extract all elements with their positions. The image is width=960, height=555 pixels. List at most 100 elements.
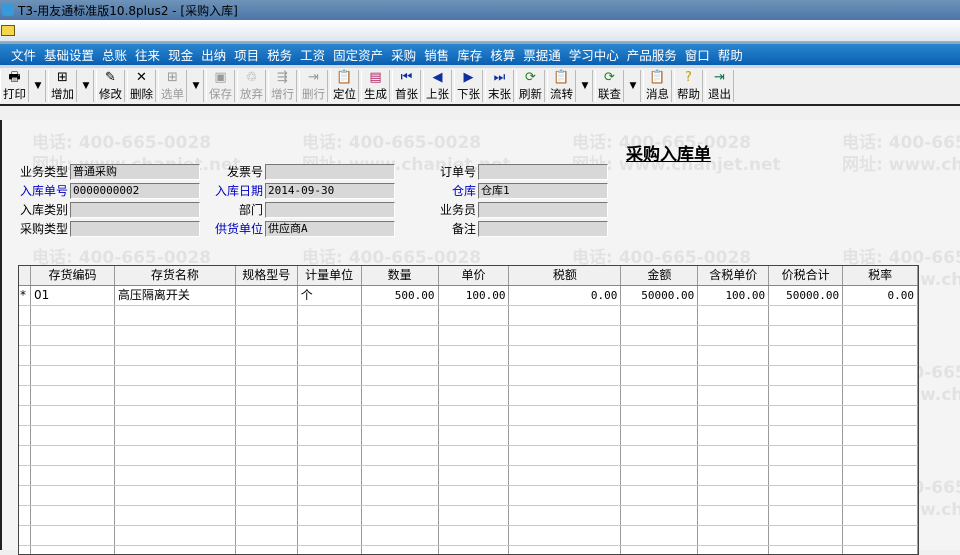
cell-tax-price[interactable] (698, 486, 770, 505)
cell-price[interactable] (439, 426, 510, 445)
cell-unit[interactable] (298, 486, 362, 505)
cell-code[interactable] (31, 426, 115, 445)
cell-total[interactable] (769, 486, 844, 505)
query-dropdown[interactable]: ▼ (626, 70, 641, 102)
cell-name[interactable] (115, 506, 236, 525)
invoice-no-input[interactable] (265, 163, 395, 180)
cell-price[interactable] (439, 406, 510, 425)
cell-tax-price[interactable] (698, 366, 770, 385)
menu-item[interactable]: 往来 (135, 45, 160, 64)
cell-tax-rate[interactable] (843, 546, 918, 554)
cell-qty[interactable] (362, 326, 439, 345)
cell-amount[interactable] (621, 346, 699, 365)
column-header[interactable]: 数量 (362, 266, 439, 285)
cell-spec[interactable] (236, 526, 298, 545)
table-row[interactable] (19, 466, 918, 486)
cell-tax[interactable] (509, 426, 622, 445)
cell-spec[interactable] (236, 506, 298, 525)
save-button[interactable]: ▣ 保存 (206, 70, 235, 102)
select-dropdown[interactable]: ▼ (189, 70, 204, 102)
cell-unit[interactable] (298, 546, 362, 554)
cell-price[interactable] (439, 346, 510, 365)
print-dropdown[interactable]: ▼ (31, 70, 46, 102)
menu-item[interactable]: 库存 (457, 45, 482, 64)
document-icon[interactable] (1, 25, 15, 36)
refresh-button[interactable]: ⟳ 刷新 (516, 70, 545, 102)
cell-tax-rate[interactable] (843, 426, 918, 445)
last-button[interactable]: ⏭ 末张 (485, 70, 514, 102)
cell-tax-rate[interactable] (843, 486, 918, 505)
receipt-category-input[interactable] (70, 201, 200, 218)
cell-total[interactable] (769, 506, 844, 525)
cell-qty[interactable] (362, 306, 439, 325)
menu-item[interactable]: 票据通 (523, 45, 561, 64)
receipt-date-input[interactable]: 2014-09-30 (265, 182, 395, 199)
column-header[interactable]: 税额 (509, 266, 622, 285)
cell-tax-rate[interactable] (843, 346, 918, 365)
cell-code[interactable] (31, 346, 115, 365)
add-row-button[interactable]: ⇶ 增行 (268, 70, 297, 102)
cell-total[interactable] (769, 466, 844, 485)
column-header[interactable]: 存货名称 (115, 266, 236, 285)
table-row[interactable] (19, 306, 918, 326)
cell-tax-rate[interactable] (843, 526, 918, 545)
cell-qty[interactable] (362, 486, 439, 505)
menu-item[interactable]: 销售 (424, 45, 449, 64)
cell-qty[interactable]: 500.00 (362, 286, 439, 305)
table-row[interactable]: * 01 高压隔离开关个 500.00 100.00 0.00 50000.00 100.00… (19, 286, 918, 306)
cell-spec[interactable] (236, 486, 298, 505)
cell-name[interactable] (115, 366, 236, 385)
delete-row-button[interactable]: ⇥ 删行 (299, 70, 328, 102)
cell-name[interactable] (115, 386, 236, 405)
cell-amount[interactable] (621, 466, 699, 485)
cell-unit[interactable] (298, 426, 362, 445)
exit-button[interactable]: ⇥ 退出 (705, 70, 734, 102)
cell-spec[interactable] (236, 286, 298, 305)
locate-button[interactable]: 📋 定位 (330, 70, 359, 102)
cell-code[interactable] (31, 546, 115, 554)
cell-qty[interactable] (362, 466, 439, 485)
cell-spec[interactable] (236, 366, 298, 385)
cell-spec[interactable] (236, 386, 298, 405)
cell-total[interactable] (769, 426, 844, 445)
cell-unit[interactable] (298, 506, 362, 525)
cell-tax[interactable]: 0.00 (509, 286, 622, 305)
cell-qty[interactable] (362, 446, 439, 465)
cell-amount[interactable] (621, 406, 699, 425)
cell-tax-rate[interactable] (843, 366, 918, 385)
cell-total[interactable] (769, 386, 844, 405)
cell-tax-rate[interactable] (843, 326, 918, 345)
cell-total[interactable] (769, 346, 844, 365)
cell-price[interactable] (439, 486, 510, 505)
cell-spec[interactable] (236, 326, 298, 345)
table-row[interactable] (19, 526, 918, 546)
column-header[interactable]: 税率 (843, 266, 918, 285)
cell-tax[interactable] (509, 466, 622, 485)
menu-item[interactable]: 学习中心 (569, 45, 619, 64)
menu-item[interactable]: 固定资产 (333, 45, 383, 64)
menu-item[interactable]: 基础设置 (44, 45, 94, 64)
flow-button[interactable]: 📋 流转 (547, 70, 576, 102)
cell-amount[interactable] (621, 306, 699, 325)
cell-name[interactable]: 高压隔离开关 (115, 286, 236, 305)
cell-amount[interactable] (621, 386, 699, 405)
warehouse-input[interactable]: 仓库1 (478, 182, 608, 199)
cell-tax-rate[interactable] (843, 506, 918, 525)
flow-dropdown[interactable]: ▼ (578, 70, 593, 102)
cell-price[interactable] (439, 326, 510, 345)
menu-item[interactable]: 工资 (300, 45, 325, 64)
cell-tax-price[interactable] (698, 326, 770, 345)
print-button[interactable]: 🖶 打印 (0, 70, 29, 102)
remark-input[interactable] (478, 220, 608, 237)
cell-tax[interactable] (509, 406, 622, 425)
purchase-type-input[interactable] (70, 220, 200, 237)
cell-spec[interactable] (236, 466, 298, 485)
cell-code[interactable] (31, 526, 115, 545)
cell-total[interactable] (769, 406, 844, 425)
menu-item[interactable]: 文件 (11, 45, 36, 64)
cell-amount[interactable] (621, 366, 699, 385)
table-row[interactable] (19, 366, 918, 386)
menu-item[interactable]: 帮助 (718, 45, 743, 64)
cell-tax[interactable] (509, 526, 622, 545)
cell-amount[interactable] (621, 446, 699, 465)
